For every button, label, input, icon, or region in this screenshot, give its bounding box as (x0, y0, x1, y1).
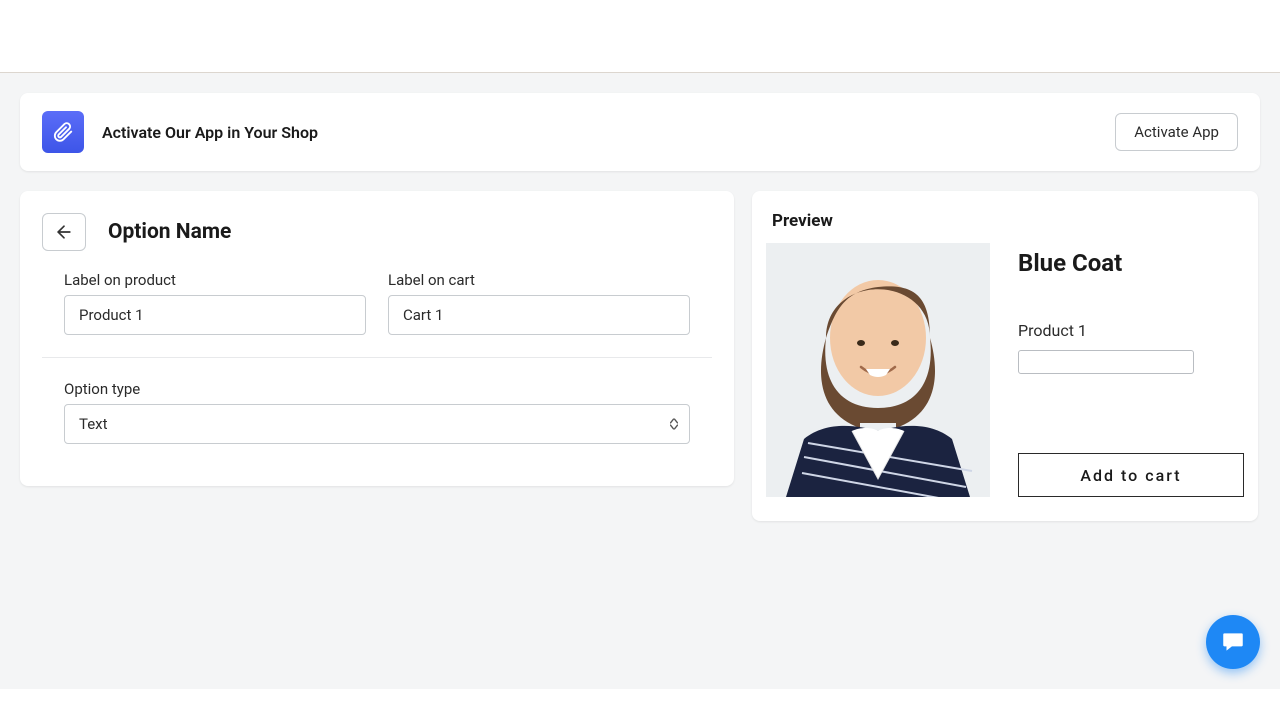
label-on-cart-title: Label on cart (388, 271, 690, 289)
blank-header (0, 0, 1280, 72)
label-on-product-title: Label on product (64, 271, 366, 289)
label-on-product-input[interactable] (64, 295, 366, 335)
activate-app-button[interactable]: Activate App (1115, 113, 1238, 151)
person-photo-icon (766, 243, 990, 497)
product-image (766, 243, 990, 497)
section-divider (42, 357, 712, 358)
add-to-cart-button[interactable]: Add to cart (1018, 453, 1244, 497)
preview-card: Preview (752, 191, 1258, 521)
banner-title: Activate Our App in Your Shop (102, 123, 318, 142)
option-type-title: Option type (64, 380, 690, 398)
label-on-cart-input[interactable] (388, 295, 690, 335)
preview-heading: Preview (772, 211, 1244, 231)
product-field-label: Product 1 (1018, 321, 1244, 340)
product-title: Blue Coat (1018, 249, 1244, 277)
form-heading: Option Name (108, 220, 231, 244)
option-form-card: Option Name Label on product Label on ca… (20, 191, 734, 486)
chat-icon (1220, 629, 1246, 655)
product-field-input[interactable] (1018, 350, 1194, 374)
option-type-select[interactable]: Text (64, 404, 690, 444)
paperclip-icon (52, 121, 74, 143)
arrow-left-icon (54, 222, 74, 242)
chat-button[interactable] (1206, 615, 1260, 669)
back-button[interactable] (42, 213, 86, 251)
app-icon (42, 111, 84, 153)
page-content: Activate Our App in Your Shop Activate A… (0, 73, 1280, 689)
activate-banner: Activate Our App in Your Shop Activate A… (20, 93, 1260, 171)
